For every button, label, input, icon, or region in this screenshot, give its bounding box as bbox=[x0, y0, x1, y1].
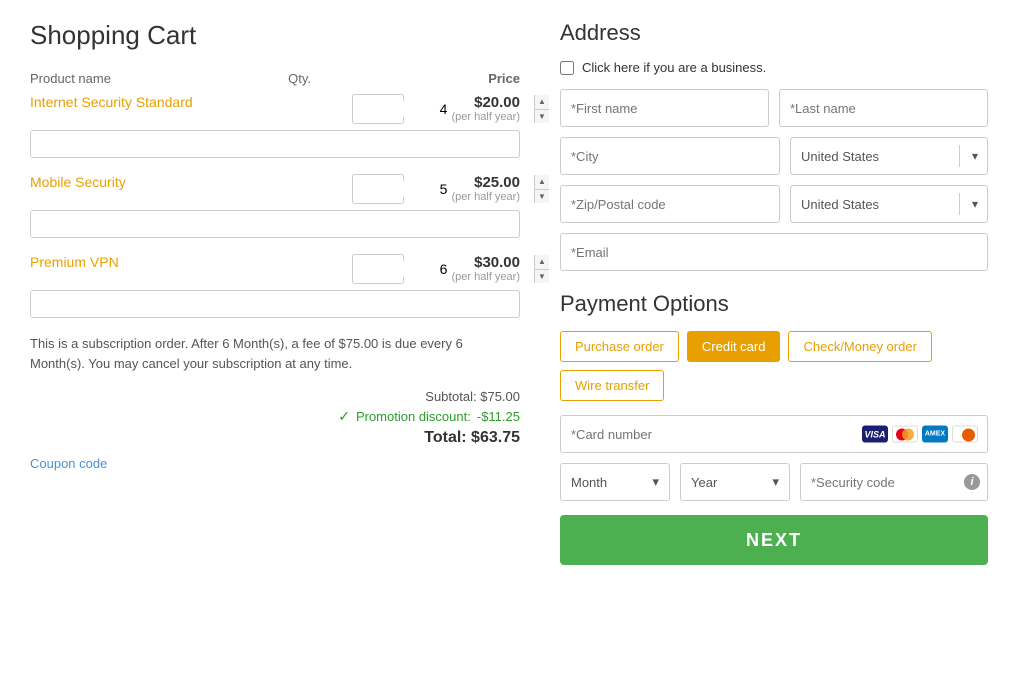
cart-item-1: Internet Security Standard 4 ▲ ▼ $20.00 … bbox=[30, 94, 520, 124]
city-country-row: Please choose ... United States Canada U… bbox=[560, 137, 988, 175]
header-product-label: Product name bbox=[30, 71, 111, 86]
checkmark-icon: ✓ bbox=[338, 408, 350, 425]
security-info-icon[interactable]: i bbox=[964, 474, 980, 490]
price-sub-3: (per half year) bbox=[420, 271, 520, 283]
month-chevron-icon: ▾ bbox=[652, 474, 659, 490]
price-col-1: $20.00 (per half year) bbox=[420, 94, 520, 123]
qty-control-3[interactable]: 6 ▲ ▼ bbox=[352, 254, 404, 284]
business-check-row: Click here if you are a business. bbox=[560, 60, 988, 75]
email-field[interactable] bbox=[560, 233, 988, 271]
note-row-2 bbox=[30, 210, 520, 238]
wire-transfer-button[interactable]: Wire transfer bbox=[560, 370, 664, 401]
price-sub-1: (per half year) bbox=[420, 111, 520, 123]
name-row bbox=[560, 89, 988, 127]
product-name-1: Internet Security Standard bbox=[30, 94, 336, 110]
purchase-order-button[interactable]: Purchase order bbox=[560, 331, 679, 362]
product-name-3: Premium VPN bbox=[30, 254, 336, 270]
subtotal-row: Subtotal: $75.00 bbox=[30, 389, 520, 404]
price-col-2: $25.00 (per half year) bbox=[420, 174, 520, 203]
country-select-wrapper: Please choose ... United States Canada U… bbox=[790, 137, 988, 175]
expiry-security-row: Month January February March April May J… bbox=[560, 463, 988, 501]
qty-arrows-3: ▲ ▼ bbox=[534, 255, 549, 283]
price-main-1: $20.00 bbox=[420, 94, 520, 111]
first-name-field[interactable] bbox=[560, 89, 769, 127]
price-col-3: $30.00 (per half year) bbox=[420, 254, 520, 283]
note-row-1 bbox=[30, 130, 520, 158]
discount-row: ✓ Promotion discount: -$11.25 bbox=[30, 408, 520, 425]
payment-title: Payment Options bbox=[560, 291, 988, 317]
qty-control-2[interactable]: 5 ▲ ▼ bbox=[352, 174, 404, 204]
price-sub-2: (per half year) bbox=[420, 191, 520, 203]
discover-icon bbox=[952, 426, 978, 443]
qty-arrows-2: ▲ ▼ bbox=[534, 175, 549, 203]
next-button[interactable]: NEXT bbox=[560, 515, 988, 565]
qty-down-3[interactable]: ▼ bbox=[535, 270, 549, 284]
note-input-2[interactable] bbox=[30, 210, 520, 238]
qty-up-1[interactable]: ▲ bbox=[535, 95, 549, 110]
product-name-2: Mobile Security bbox=[30, 174, 336, 190]
qty-arrows-1: ▲ ▼ bbox=[534, 95, 549, 123]
year-chevron-icon: ▾ bbox=[772, 474, 779, 490]
note-input-3[interactable] bbox=[30, 290, 520, 318]
amex-icon: AMEX bbox=[922, 426, 948, 443]
year-select[interactable]: Year 2024 2025 2026 2027 2028 2029 2030 bbox=[691, 475, 766, 490]
totals-section: Subtotal: $75.00 ✓ Promotion discount: -… bbox=[30, 389, 520, 447]
address-title: Address bbox=[560, 20, 988, 46]
cart-item-2: Mobile Security 5 ▲ ▼ $25.00 (per half y… bbox=[30, 174, 520, 204]
note-input-1[interactable] bbox=[30, 130, 520, 158]
subtotal-label: Subtotal: bbox=[425, 389, 476, 404]
business-label: Click here if you are a business. bbox=[582, 60, 766, 75]
cart-header: Product name Qty. Price bbox=[30, 71, 520, 86]
card-type-icons: VISA AMEX bbox=[862, 426, 978, 443]
country2-select-wrapper: United States Canada United Kingdom ▾ bbox=[790, 185, 988, 223]
qty-up-3[interactable]: ▲ bbox=[535, 255, 549, 270]
city-field[interactable] bbox=[560, 137, 780, 175]
mastercard-icon bbox=[892, 426, 918, 443]
zip-field[interactable] bbox=[560, 185, 780, 223]
subscription-note: This is a subscription order. After 6 Mo… bbox=[30, 334, 520, 373]
qty-control-1[interactable]: 4 ▲ ▼ bbox=[352, 94, 404, 124]
payment-section: Payment Options Purchase order Credit ca… bbox=[560, 291, 988, 565]
year-select-wrapper: Year 2024 2025 2026 2027 2028 2029 2030 … bbox=[680, 463, 790, 501]
qty-down-2[interactable]: ▼ bbox=[535, 190, 549, 204]
discount-label: Promotion discount: bbox=[356, 409, 471, 424]
header-price-label: Price bbox=[488, 71, 520, 86]
business-checkbox[interactable] bbox=[560, 61, 574, 75]
qty-up-2[interactable]: ▲ bbox=[535, 175, 549, 190]
note-row-3 bbox=[30, 290, 520, 318]
credit-card-button[interactable]: Credit card bbox=[687, 331, 781, 362]
check-money-order-button[interactable]: Check/Money order bbox=[788, 331, 931, 362]
payment-method-buttons: Purchase order Credit card Check/Money o… bbox=[560, 331, 988, 401]
price-main-3: $30.00 bbox=[420, 254, 520, 271]
security-code-wrapper: i bbox=[800, 463, 988, 501]
visa-icon: VISA bbox=[862, 426, 888, 443]
price-main-2: $25.00 bbox=[420, 174, 520, 191]
card-number-wrapper: VISA AMEX bbox=[560, 415, 988, 453]
month-select-wrapper: Month January February March April May J… bbox=[560, 463, 670, 501]
coupon-link[interactable]: Coupon code bbox=[30, 456, 107, 471]
security-code-field[interactable] bbox=[800, 463, 988, 501]
last-name-field[interactable] bbox=[779, 89, 988, 127]
qty-down-1[interactable]: ▼ bbox=[535, 110, 549, 124]
right-section: Address Click here if you are a business… bbox=[560, 20, 988, 565]
header-qty-label: Qty. bbox=[288, 71, 311, 86]
subtotal-value: $75.00 bbox=[480, 389, 520, 404]
total-row: Total: $63.75 bbox=[30, 429, 520, 447]
email-row bbox=[560, 233, 988, 271]
discount-value: -$11.25 bbox=[477, 409, 520, 424]
shopping-cart-section: Shopping Cart Product name Qty. Price In… bbox=[30, 20, 520, 565]
cart-title: Shopping Cart bbox=[30, 20, 520, 51]
month-select[interactable]: Month January February March April May J… bbox=[571, 475, 646, 490]
zip-email-row: United States Canada United Kingdom ▾ bbox=[560, 185, 988, 223]
cart-item-3: Premium VPN 6 ▲ ▼ $30.00 (per half year) bbox=[30, 254, 520, 284]
